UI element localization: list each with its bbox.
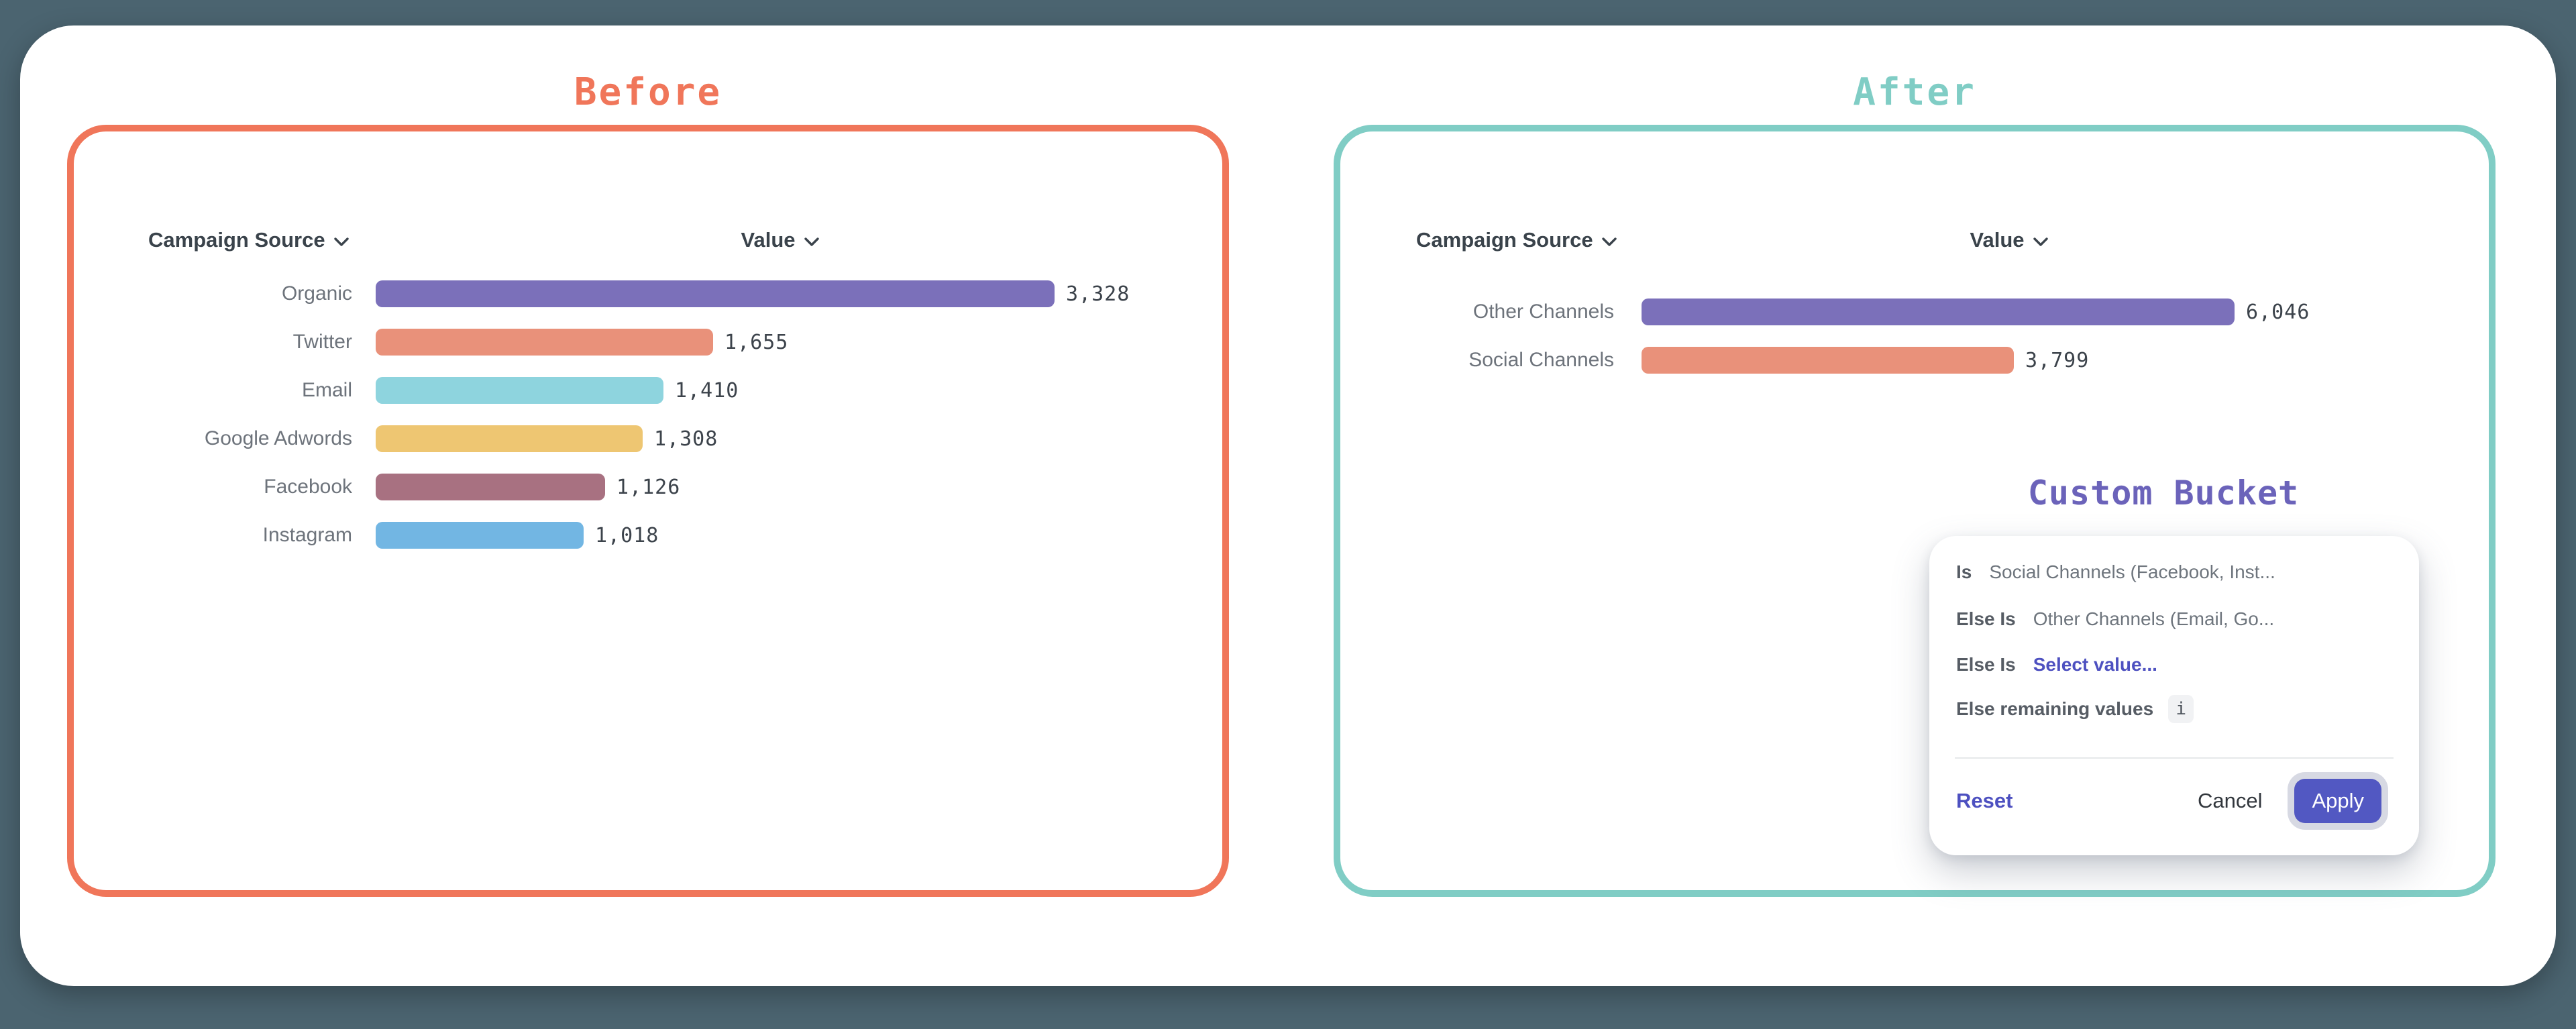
bucket-rule-row: Else Is Select value...: [1956, 651, 2392, 678]
column-header-campaign-source[interactable]: Campaign Source: [148, 227, 350, 254]
bar-value: 3,328: [1066, 282, 1130, 306]
rule-operator: Else Is: [1956, 654, 2016, 675]
chart-row: Facebook 1,126: [107, 474, 680, 500]
bar[interactable]: [376, 425, 643, 452]
apply-button[interactable]: Apply: [2294, 779, 2381, 823]
rule-operator: Else remaining values: [1956, 698, 2153, 720]
reset-button[interactable]: Reset: [1956, 789, 2012, 813]
chart-row: Organic 3,328: [107, 280, 1130, 307]
bucket-rule-row: Else remaining values i: [1956, 696, 2392, 722]
chart-row: Email 1,410: [107, 377, 739, 404]
select-value-link[interactable]: Select value...: [2033, 654, 2157, 675]
row-label: Email: [107, 379, 376, 402]
bar[interactable]: [376, 329, 713, 356]
bar[interactable]: [376, 280, 1055, 307]
rule-value[interactable]: Social Channels (Facebook, Inst...: [1989, 561, 2275, 583]
rule-operator: Is: [1956, 561, 1972, 583]
chart-row: Twitter 1,655: [107, 329, 788, 356]
chart-row: Other Channels 6,046: [1373, 299, 2310, 325]
column-header-value[interactable]: Value: [686, 227, 874, 254]
chart-row: Instagram 1,018: [107, 522, 659, 549]
popup-divider: [1955, 757, 2394, 759]
bar-value: 3,799: [2025, 349, 2089, 372]
rule-operator: Else Is: [1956, 608, 2016, 630]
column-header-label: Campaign Source: [148, 228, 325, 252]
column-header-label: Campaign Source: [1416, 228, 1593, 252]
bar[interactable]: [1642, 299, 2235, 325]
bar-value: 1,308: [654, 427, 718, 451]
bar[interactable]: [376, 474, 605, 500]
row-label: Social Channels: [1373, 349, 1642, 372]
row-label: Instagram: [107, 524, 376, 547]
column-header-label: Value: [741, 228, 796, 252]
rule-value[interactable]: Other Channels (Email, Go...: [2033, 608, 2274, 630]
popup-footer: Reset Cancel Apply: [1956, 777, 2381, 824]
row-label: Google Adwords: [107, 427, 376, 450]
column-header-value[interactable]: Value: [1915, 227, 2103, 254]
before-title: Before: [67, 71, 1229, 114]
bar[interactable]: [376, 522, 584, 549]
chart-row: Google Adwords 1,308: [107, 425, 718, 452]
bar[interactable]: [1642, 347, 2014, 374]
bar-value: 1,126: [616, 476, 680, 499]
bar-value: 1,018: [595, 524, 659, 547]
bucket-rule-row: Else Is Other Channels (Email, Go...: [1956, 606, 2392, 633]
chevron-down-icon: [1593, 228, 1617, 252]
custom-bucket-popup: Is Social Channels (Facebook, Inst... El…: [1929, 536, 2419, 855]
row-label: Organic: [107, 282, 376, 305]
column-header-label: Value: [1970, 228, 2025, 252]
chart-row: Social Channels 3,799: [1373, 347, 2089, 374]
bar[interactable]: [376, 377, 663, 404]
row-label: Facebook: [107, 476, 376, 498]
bar-value: 1,410: [675, 379, 739, 402]
cancel-button[interactable]: Cancel: [2198, 789, 2263, 813]
chevron-down-icon: [796, 228, 820, 252]
bucket-rule-row: Is Social Channels (Facebook, Inst...: [1956, 559, 2392, 586]
row-label: Twitter: [107, 331, 376, 354]
after-title: After: [1334, 71, 2496, 114]
bar-value: 1,655: [724, 331, 788, 354]
chevron-down-icon: [325, 228, 350, 252]
custom-bucket-title: Custom Bucket: [1919, 474, 2408, 512]
column-header-campaign-source[interactable]: Campaign Source: [1416, 227, 1617, 254]
row-label: Other Channels: [1373, 301, 1642, 323]
page-background: Before Campaign Source Value Organic 3,3…: [0, 0, 2576, 1029]
info-icon[interactable]: i: [2168, 695, 2194, 723]
bar-value: 6,046: [2246, 301, 2310, 324]
chevron-down-icon: [2025, 228, 2049, 252]
